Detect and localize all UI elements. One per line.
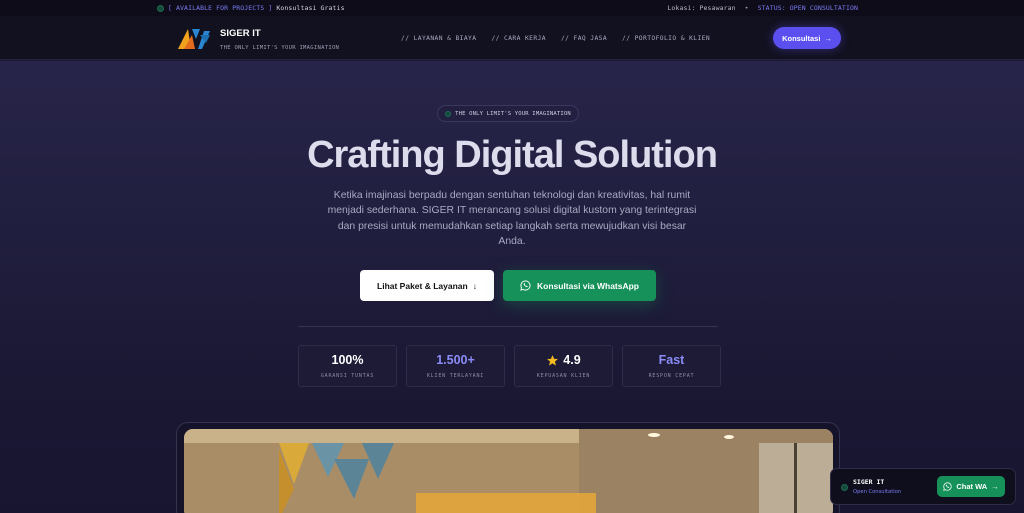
location-label: Lokasi: Pesawaran: [667, 4, 736, 12]
stat-value: 1.500+: [436, 353, 475, 367]
hero-title: Crafting Digital Solution: [307, 134, 718, 176]
hero-divider: [298, 326, 718, 327]
chat-wa-label: Chat WA: [956, 482, 988, 491]
hero-description: Ketika imajinasi berpadu dengan sentuhan…: [327, 190, 697, 247]
stat-label: RESPON CEPAT: [648, 373, 695, 379]
brand-tagline: THE ONLY LIMIT'S YOUR IMAGINATION: [220, 45, 340, 51]
consultation-button-label: Konsultasi: [782, 33, 821, 43]
online-status-dot-icon: [157, 4, 164, 12]
arrow-right-icon: →: [991, 482, 999, 491]
main-navbar: SIGER IT THE ONLY LIMIT'S YOUR IMAGINATI…: [0, 16, 1024, 60]
siger-logo-icon: [178, 29, 210, 49]
stat-value-row: 4.9: [546, 353, 581, 367]
stat-card-guarantee: 100% GARANSI TUNTAS: [298, 345, 397, 387]
tagline-pill: THE ONLY LIMIT'S YOUR IMAGINATION: [437, 105, 579, 122]
whatsapp-icon: [520, 280, 531, 291]
star-icon: [547, 354, 559, 366]
free-consult-label: Konsultasi Gratis: [276, 4, 345, 12]
brand-name: SIGER IT: [220, 28, 261, 39]
top-announcement-bar: [ AVAILABLE FOR PROJECTS ] Konsultasi Gr…: [0, 0, 1024, 16]
brand-home-link[interactable]: SIGER IT THE ONLY LIMIT'S YOUR IMAGINATI…: [178, 27, 339, 51]
pill-dot-icon: [445, 110, 452, 117]
stat-value: Fast: [658, 353, 685, 367]
whatsapp-consult-button[interactable]: Konsultasi via WhatsApp: [503, 270, 656, 301]
chat-wa-button[interactable]: Chat WA →: [937, 476, 1005, 497]
online-status-dot-icon: [841, 484, 848, 491]
view-packages-label: Lihat Paket & Layanan: [377, 280, 468, 291]
availability-group: [ AVAILABLE FOR PROJECTS ] Konsultasi Gr…: [157, 4, 345, 12]
availability-label: [ AVAILABLE FOR PROJECTS ]: [168, 4, 273, 12]
nav-links: // LAYANAN & BIAYA // CARA KERJA // FAQ …: [401, 35, 710, 42]
arrow-right-icon: →: [824, 33, 832, 43]
chat-widget-name: SIGER IT: [853, 478, 885, 486]
nav-link-cara-kerja[interactable]: // CARA KERJA: [491, 35, 545, 42]
whatsapp-consult-label: Konsultasi via WhatsApp: [536, 280, 639, 291]
stat-label: GARANSI TUNTAS: [320, 373, 375, 379]
consultation-button[interactable]: Konsultasi →: [773, 27, 841, 49]
tagline-pill-text: THE ONLY LIMIT'S YOUR IMAGINATION: [455, 110, 571, 117]
nav-link-faq-jasa[interactable]: // FAQ JASA: [561, 35, 607, 42]
stat-label: KEPUASAN KLIEN: [536, 373, 591, 379]
stat-value: 100%: [331, 353, 364, 367]
stat-label: KLIEN TERLAYANI: [426, 373, 485, 379]
chat-widget-status: Open Consultation: [853, 489, 902, 495]
nav-link-layanan-biaya[interactable]: // LAYANAN & BIAYA: [401, 35, 476, 42]
separator-dot: •: [744, 4, 749, 12]
office-photo-illustration: [184, 429, 833, 513]
floating-chat-widget: SIGER IT Open Consultation Chat WA →: [830, 468, 1016, 505]
stat-value: 4.9: [563, 353, 581, 367]
whatsapp-icon: [943, 482, 952, 491]
stat-card-clients: 1.500+ KLIEN TERLAYANI: [406, 345, 505, 387]
location-status-group: Lokasi: Pesawaran • STATUS: OPEN CONSULT…: [667, 4, 867, 12]
nav-link-portofolio-klien[interactable]: // PORTOFOLIO & KLIEN: [622, 35, 710, 42]
view-packages-button[interactable]: Lihat Paket & Layanan ↓: [360, 270, 494, 301]
stat-card-satisfaction: 4.9 KEPUASAN KLIEN: [514, 345, 613, 387]
office-photo: [184, 429, 833, 513]
stats-row: 100% GARANSI TUNTAS 1.500+ KLIEN TERLAYA…: [298, 345, 721, 387]
consultation-status: STATUS: OPEN CONSULTATION: [757, 4, 858, 12]
brand-text: SIGER IT THE ONLY LIMIT'S YOUR IMAGINATI…: [220, 27, 339, 51]
stat-card-response: Fast RESPON CEPAT: [622, 345, 721, 387]
arrow-down-icon: ↓: [472, 280, 477, 291]
